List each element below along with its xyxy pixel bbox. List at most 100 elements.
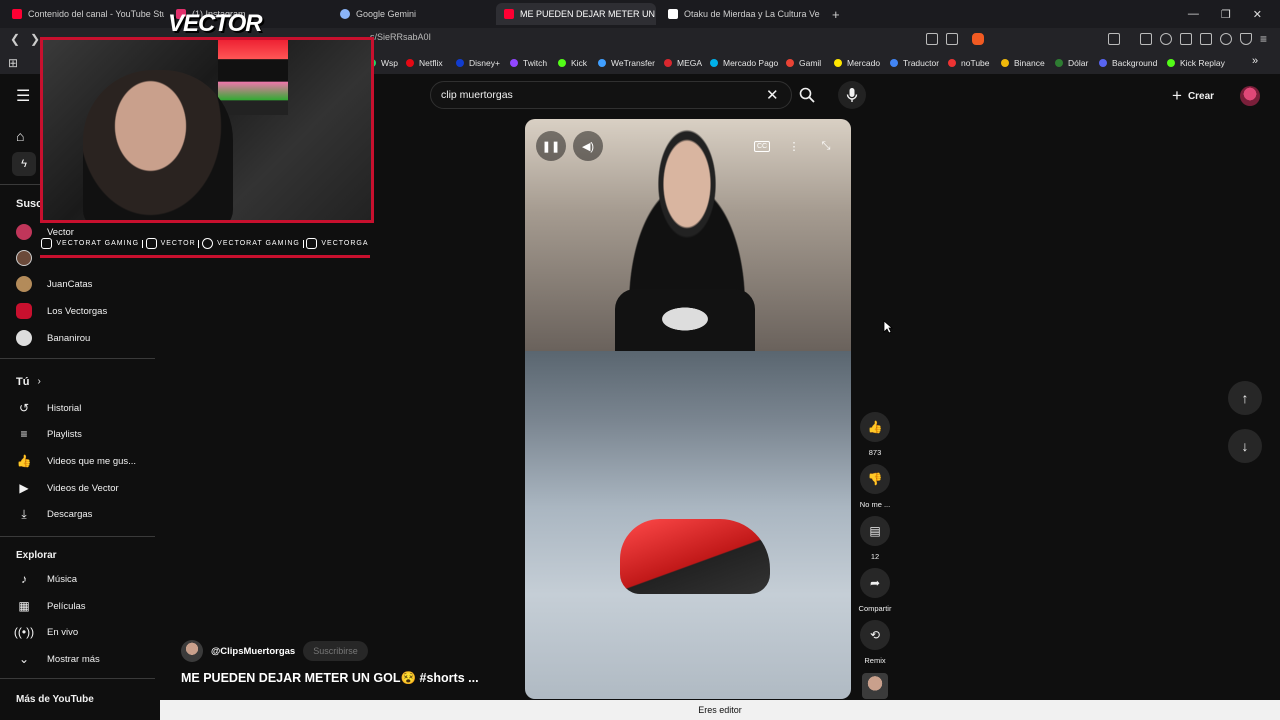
extensions-icon[interactable] (1108, 33, 1120, 45)
next-short-button[interactable]: ↓ (1228, 429, 1262, 463)
clear-search-icon[interactable]: ✕ (766, 86, 779, 104)
sub-label: Los Vectorgas (47, 305, 108, 317)
wallet-icon[interactable] (1200, 33, 1212, 45)
bookmark-netflix[interactable]: Netflix (406, 58, 443, 68)
youtube-icon (41, 238, 53, 249)
sidebar-show-more[interactable]: ⌄ Mostrar más (16, 649, 100, 669)
channel-avatar (16, 276, 32, 292)
netflix-icon (406, 59, 414, 67)
like-action[interactable]: 👍 873 (858, 412, 892, 457)
sidebar-item-playlists[interactable]: ≡ Playlists (16, 424, 81, 444)
sidebar-sub-los-vectorgas[interactable]: Los Vectorgas (16, 301, 107, 321)
youtube-social: VECTORAT GAMING (41, 238, 139, 249)
thumbs-up-icon[interactable]: 👍 (860, 412, 890, 442)
search-input[interactable]: clip muertorgas (430, 81, 792, 109)
social-label: VECTORGA (321, 240, 369, 247)
sidebar-sub-juancatas[interactable]: JuanCatas (16, 274, 92, 294)
sidebar-item-movies[interactable]: ▦ Películas (16, 596, 85, 616)
captions-button[interactable]: CC (747, 131, 777, 161)
window-controls: — ❐ ✕ (1188, 0, 1280, 28)
gmail-icon (786, 59, 794, 67)
more-vertical-icon: ⋮ (788, 140, 800, 153)
bookmark-kick[interactable]: Kick (558, 58, 587, 68)
bookmark-dolar[interactable]: Dólar (1055, 58, 1088, 68)
short-video-player[interactable]: ❚❚ ◀) CC ⋮ ⤡ (525, 119, 851, 699)
brave-shield-icon[interactable] (972, 33, 984, 45)
sidebar-item-downloads[interactable]: ⤓ Descargas (16, 504, 92, 524)
volume-button[interactable]: ◀) (573, 131, 603, 161)
sidebar-item-music[interactable]: ♪ Música (16, 569, 77, 589)
channel-name[interactable]: @ClipsMuertorgas (211, 646, 295, 657)
bookmark-kick-replay[interactable]: Kick Replay (1167, 58, 1225, 68)
share-action[interactable]: ➦ Compartir (858, 568, 892, 613)
cast-icon[interactable] (926, 33, 938, 45)
remix-icon[interactable]: ⟲ (860, 620, 890, 650)
url-field[interactable]: s/SieRRsabA0I (370, 32, 431, 42)
media-icon[interactable] (1160, 33, 1172, 45)
pause-icon: ❚❚ (541, 140, 561, 153)
more-bookmarks-icon[interactable]: » (1252, 55, 1258, 67)
dislike-action[interactable]: 👎 No me ... (858, 464, 892, 509)
bookmark-background[interactable]: Background (1099, 58, 1157, 68)
forward-icon[interactable]: ❯ (30, 32, 40, 46)
more-options-button[interactable]: ⋮ (779, 131, 809, 161)
sidebar-item-your-videos[interactable]: ▶ Videos de Vector (16, 478, 118, 498)
you-heading[interactable]: Tú › (16, 376, 41, 388)
bookmark-label: MEGA (677, 58, 703, 68)
previous-short-button[interactable]: ↑ (1228, 381, 1262, 415)
tab-tiktok[interactable]: Otaku de Mierdaa y La Cultura Vector (660, 3, 820, 25)
bookmark-label: noTube (961, 58, 990, 68)
bookmark-notube[interactable]: noTube (948, 58, 990, 68)
subscribe-button[interactable]: Suscribirse (303, 641, 368, 661)
bookmark-traductor[interactable]: Traductor (890, 58, 939, 68)
minimize-icon[interactable]: — (1188, 8, 1199, 20)
new-tab-button[interactable]: + (824, 3, 844, 25)
bookmark-gamil[interactable]: Gamil (786, 58, 821, 68)
translate-icon (890, 59, 898, 67)
comments-action[interactable]: ▤ 12 (858, 516, 892, 561)
search-button[interactable] (792, 81, 822, 109)
bookmark-wetransfer[interactable]: WeTransfer (598, 58, 655, 68)
share-icon[interactable] (946, 33, 958, 45)
bookmark-mercado-pago[interactable]: Mercado Pago (710, 58, 778, 68)
thumbs-down-icon[interactable]: 👎 (860, 464, 890, 494)
back-icon[interactable]: ❮ (10, 32, 20, 46)
pause-button[interactable]: ❚❚ (536, 131, 566, 161)
download-icon[interactable] (1140, 33, 1152, 45)
account-avatar[interactable] (1240, 86, 1260, 106)
sidebar-icon[interactable] (1180, 33, 1192, 45)
menu-icon[interactable]: ≡ (1260, 32, 1267, 46)
apps-grid-icon[interactable]: ⊞ (8, 56, 18, 70)
close-window-icon[interactable]: ✕ (1253, 8, 1262, 21)
bookmark-twitch[interactable]: Twitch (510, 58, 547, 68)
home-icon[interactable]: ⌂ (16, 128, 24, 144)
shorts-icon[interactable]: ϟ (12, 152, 36, 176)
sidebar-item-live[interactable]: ((•)) En vivo (14, 622, 78, 642)
bookmark-label: Twitch (523, 58, 548, 68)
restore-icon[interactable]: ❐ (1221, 8, 1231, 21)
sidebar-sub-bananirou[interactable]: Bananirou (16, 328, 90, 348)
share-icon[interactable]: ➦ (860, 568, 890, 598)
voice-search-button[interactable] (838, 81, 866, 109)
leo-ai-icon[interactable] (1220, 33, 1232, 45)
tab-gemini[interactable]: Google Gemini (332, 3, 492, 25)
bookmark-mercado[interactable]: Mercado (834, 58, 880, 68)
bookmark-binance[interactable]: Binance (1001, 58, 1045, 68)
channel-avatar[interactable] (181, 640, 203, 662)
remix-action[interactable]: ⟲ Remix (858, 620, 892, 665)
tab-current-short[interactable]: ME PUEDEN DEJAR METER UN✕ (496, 3, 656, 25)
sound-thumbnail[interactable] (862, 673, 888, 699)
sidebar-item-historial[interactable]: ↺ Historial (16, 398, 81, 418)
bookmark-mega[interactable]: MEGA (664, 58, 702, 68)
fullscreen-button[interactable]: ⤡ (811, 131, 841, 161)
arcade-machine-image (218, 40, 288, 115)
comment-icon[interactable]: ▤ (860, 516, 890, 546)
tab-youtube-studio[interactable]: Contenido del canal - YouTube Studio (4, 3, 164, 25)
sidebar-item-liked[interactable]: 👍 Videos que me gus... (16, 451, 137, 471)
bookmark-label: Dólar (1068, 58, 1089, 68)
vpn-shield-icon[interactable] (1240, 33, 1252, 45)
subscriptions-heading[interactable]: Susc (16, 198, 42, 210)
create-button[interactable]: + Crear (1172, 86, 1214, 106)
bookmark-disney[interactable]: Disney+ (456, 58, 500, 68)
mercado-pago-icon (710, 59, 718, 67)
